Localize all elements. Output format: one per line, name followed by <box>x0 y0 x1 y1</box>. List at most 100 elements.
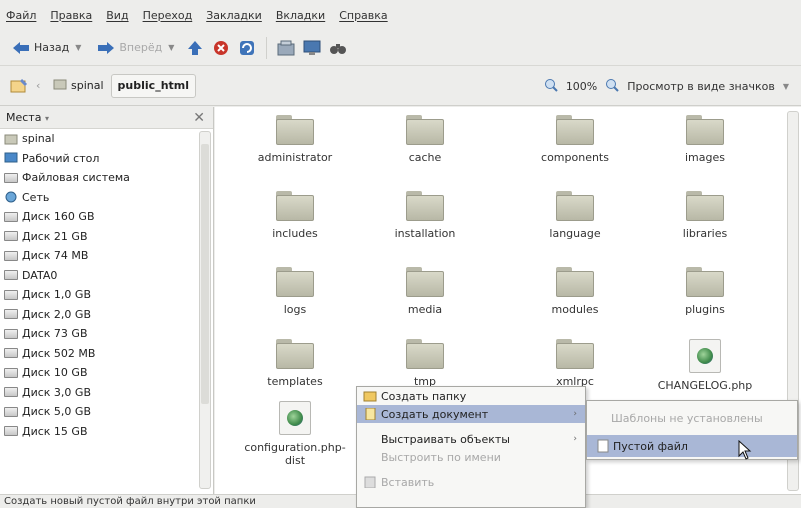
zoom-out-icon[interactable] <box>544 78 558 95</box>
close-icon[interactable]: ✕ <box>193 110 205 126</box>
home-icon[interactable] <box>277 39 295 57</box>
sidebar-item[interactable]: Диск 5,0 GB <box>0 402 200 422</box>
folder-item[interactable]: templates <box>225 339 365 388</box>
sidebar-item[interactable]: Диск 502 MB <box>0 344 200 364</box>
folder-icon <box>686 267 724 297</box>
sidebar-item[interactable]: spinal <box>0 129 200 149</box>
network-icon <box>4 191 18 203</box>
sidebar-item[interactable]: Диск 2,0 GB <box>0 305 200 325</box>
empty-file-icon <box>597 439 609 453</box>
menu-item-label: Создать папку <box>381 389 467 403</box>
edit-location-icon[interactable] <box>10 77 28 95</box>
zoom-controls: 100% Просмотр в виде значков ▼ <box>544 74 789 98</box>
folder-item[interactable]: xmlrpc <box>505 339 645 388</box>
sidebar-title-wrap[interactable]: Места ▾ <box>6 111 49 124</box>
view-mode-label: Просмотр в виде значков <box>627 79 775 93</box>
menu-edit[interactable]: Правка <box>50 9 92 22</box>
menu-go[interactable]: Переход <box>143 9 193 22</box>
sidebar-item[interactable]: Диск 74 MB <box>0 246 200 266</box>
home-folder-icon <box>53 78 67 93</box>
sidebar-scrollbar[interactable] <box>199 131 211 489</box>
folder-icon <box>406 115 444 145</box>
scrollbar-thumb[interactable] <box>201 144 209 404</box>
menu-create-folder[interactable]: Создать папку <box>357 387 585 405</box>
drive-icon <box>4 348 18 359</box>
forward-button[interactable]: Вперёд ▼ <box>93 35 178 61</box>
file-name: configuration.php- dist <box>244 441 346 467</box>
folder-item[interactable]: media <box>355 267 495 316</box>
arrow-up-icon[interactable] <box>186 39 204 57</box>
menu-view[interactable]: Вид <box>106 9 128 22</box>
folder-item[interactable]: language <box>505 191 645 240</box>
sidebar-header: Места ▾ ✕ <box>0 107 213 129</box>
folder-item[interactable]: administrator <box>225 115 365 164</box>
folder-item[interactable]: installation <box>355 191 495 240</box>
folder-item[interactable]: components <box>505 115 645 164</box>
sidebar-item-label: Диск 15 GB <box>22 424 88 438</box>
search-icon[interactable] <box>329 39 347 57</box>
folder-icon <box>556 115 594 145</box>
sidebar-item[interactable]: Диск 15 GB <box>0 422 200 442</box>
sidebar-item[interactable]: Диск 21 GB <box>0 227 200 247</box>
menu-item-label: Шаблоны не установлены <box>611 411 763 425</box>
menu-arrange-by-name: Выстроить по имени <box>357 448 585 466</box>
folder-icon <box>556 267 594 297</box>
menu-tabs[interactable]: Вкладки <box>276 9 325 22</box>
folder-item[interactable]: images <box>635 115 775 164</box>
file-name: templates <box>267 375 323 388</box>
file-item[interactable]: CHANGELOG.php <box>635 339 775 392</box>
sidebar-item-label: Файловая система <box>22 171 130 185</box>
folder-item[interactable]: includes <box>225 191 365 240</box>
drive-icon <box>4 172 18 183</box>
drive-icon <box>4 250 18 261</box>
chevron-down-icon[interactable]: ▼ <box>168 43 174 52</box>
folder-item[interactable]: libraries <box>635 191 775 240</box>
submenu-empty-file[interactable]: Пустой файл <box>587 435 797 457</box>
zoom-in-icon[interactable] <box>605 78 619 95</box>
sidebar-item[interactable]: Диск 3,0 GB <box>0 383 200 403</box>
folder-icon <box>276 339 314 369</box>
folder-item[interactable]: plugins <box>635 267 775 316</box>
sidebar-item[interactable]: Диск 160 GB <box>0 207 200 227</box>
file-item[interactable]: configuration.php- dist <box>225 401 365 467</box>
zoom-level[interactable]: 100% <box>566 80 597 93</box>
sidebar-item-label: Диск 2,0 GB <box>22 307 91 321</box>
folder-item[interactable]: modules <box>505 267 645 316</box>
menu-help[interactable]: Справка <box>339 9 387 22</box>
sidebar-item[interactable]: Сеть <box>0 188 200 208</box>
menu-separator <box>357 423 585 430</box>
home-folder-icon <box>4 133 18 145</box>
stop-icon[interactable] <box>212 39 230 57</box>
toolbar: Назад ▼ Вперёд ▼ <box>0 30 801 66</box>
sidebar-item[interactable]: Диск 1,0 GB <box>0 285 200 305</box>
folder-item[interactable]: logs <box>225 267 365 316</box>
file-name: administrator <box>257 151 333 164</box>
crumb-spinal[interactable]: spinal <box>46 74 111 98</box>
arrow-left-icon <box>12 39 30 57</box>
menu-arrange-items[interactable]: Выстраивать объекты › <box>357 430 585 448</box>
folder-icon <box>406 339 444 369</box>
view-mode-select[interactable]: Просмотр в виде значков ▼ <box>627 80 789 93</box>
sidebar-item[interactable]: DATA0 <box>0 266 200 286</box>
reload-icon[interactable] <box>238 39 256 57</box>
sidebar-item[interactable]: Диск 73 GB <box>0 324 200 344</box>
sidebar-item-label: Сеть <box>22 190 50 204</box>
menu-bookmarks[interactable]: Закладки <box>206 9 262 22</box>
back-button[interactable]: Назад ▼ <box>8 35 85 61</box>
sidebar-item[interactable]: Диск 10 GB <box>0 363 200 383</box>
menu-file[interactable]: Файл <box>6 9 36 22</box>
crumb-public-html[interactable]: public_html <box>110 73 197 98</box>
sidebar-item[interactable]: Рабочий стол <box>0 149 200 169</box>
sidebar-item[interactable]: Файловая система <box>0 168 200 188</box>
drive-icon <box>4 289 18 300</box>
folder-item[interactable]: cache <box>355 115 495 164</box>
sidebar-item-label: Диск 73 GB <box>22 327 88 341</box>
folder-icon <box>556 339 594 369</box>
menu-create-document[interactable]: Создать документ › <box>357 405 585 423</box>
chevron-down-icon[interactable]: ▼ <box>75 43 81 52</box>
folder-item[interactable]: tmp <box>355 339 495 388</box>
computer-icon[interactable] <box>303 39 321 57</box>
drive-icon <box>4 426 18 437</box>
crumb-left-arrow-icon[interactable]: ‹ <box>36 79 46 92</box>
sidebar-item-label: Диск 74 MB <box>22 249 89 263</box>
